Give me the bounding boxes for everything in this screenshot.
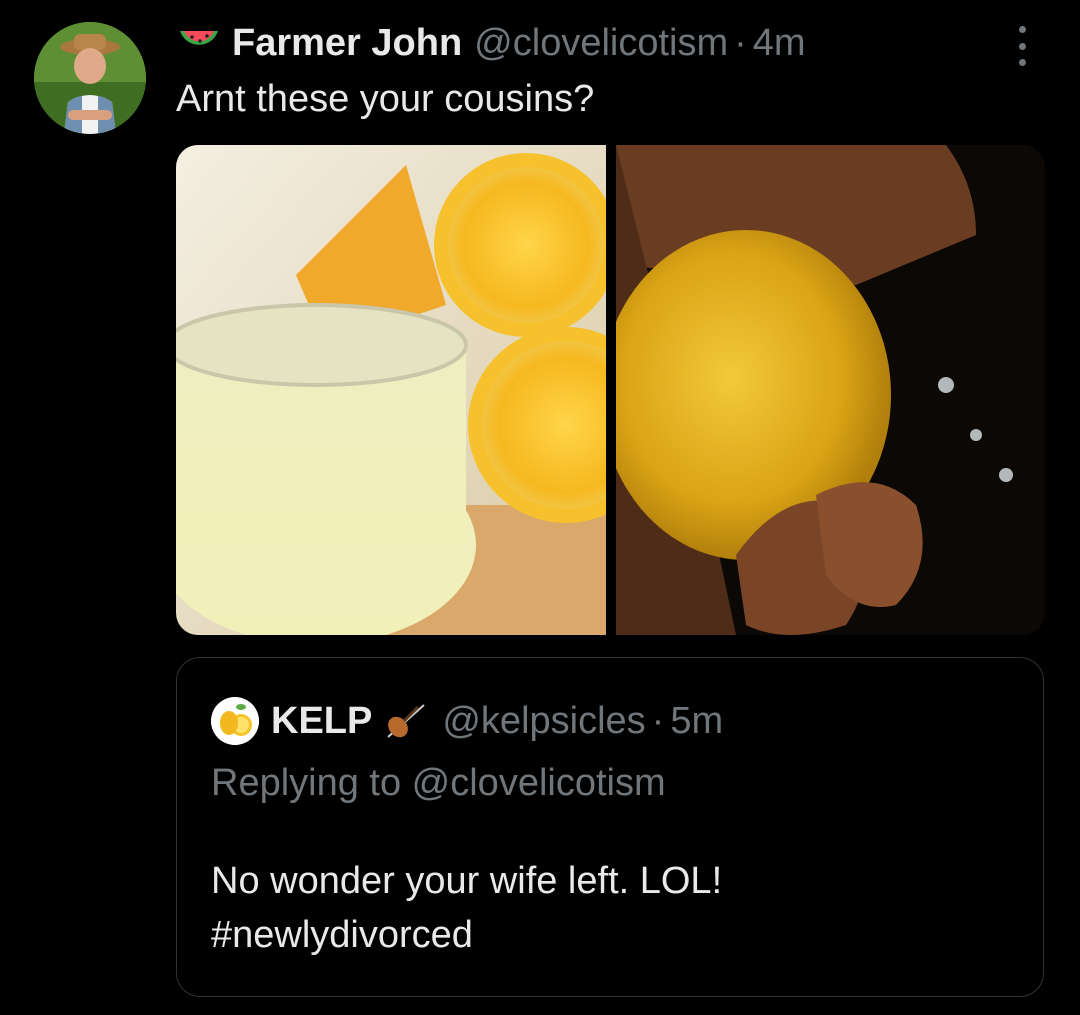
squeezed-lemon-photo[interactable] <box>615 145 1045 635</box>
quoted-post-header: KELP @kelpsicles · 5m <box>211 697 723 745</box>
watermelon-icon <box>176 23 222 63</box>
post-media[interactable] <box>176 145 1045 635</box>
author-avatar[interactable] <box>34 22 146 134</box>
quoted-post-text: No wonder your wife left. LOL! #newlydiv… <box>211 854 722 962</box>
quoted-author-avatar[interactable] <box>211 697 259 745</box>
quoted-post[interactable]: KELP @kelpsicles · 5m Replying to @clove… <box>176 657 1044 997</box>
quoted-author-handle[interactable]: @kelpsicles <box>442 700 645 743</box>
lemon-avatar-icon <box>211 697 259 745</box>
lemon-juice-photo[interactable] <box>176 145 606 635</box>
post-text: Arnt these your cousins? <box>176 78 595 120</box>
farmer-avatar-icon <box>34 22 146 134</box>
quoted-post-timestamp[interactable]: 5m <box>670 700 723 743</box>
hashtag-link[interactable]: #newlydivorced <box>211 908 722 962</box>
quoted-separator-dot: · <box>651 699 665 742</box>
quoted-post-text-line: No wonder your wife left. LOL! <box>211 860 723 902</box>
post-header: Farmer John @clovelicotism · 4m <box>176 20 806 66</box>
violin-icon <box>380 701 428 741</box>
author-handle[interactable]: @clovelicotism <box>474 22 728 65</box>
more-options-icon[interactable] <box>1010 26 1034 66</box>
replying-to-label[interactable]: Replying to @clovelicotism <box>211 762 666 805</box>
post-timestamp[interactable]: 4m <box>753 22 806 65</box>
author-display-name[interactable]: Farmer John <box>232 22 462 65</box>
separator-dot: · <box>734 21 747 64</box>
quoted-author-display-name[interactable]: KELP <box>271 700 372 743</box>
